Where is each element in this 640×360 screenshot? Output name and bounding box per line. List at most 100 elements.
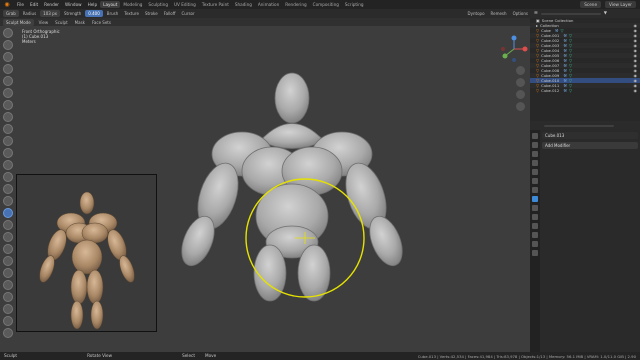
remesh-menu[interactable]: Remesh (489, 11, 509, 16)
data-tab-icon[interactable] (532, 232, 538, 238)
tab-rendering[interactable]: Rendering (282, 1, 309, 8)
draw-sharp-brush-icon[interactable] (3, 40, 13, 50)
modifier-tab-icon[interactable] (532, 196, 538, 202)
boundary-brush-icon[interactable] (3, 304, 13, 314)
mesh-object-icon: ▽ (536, 88, 540, 93)
world-tab-icon[interactable] (532, 178, 538, 184)
scene-field[interactable]: Scene (580, 1, 602, 8)
outliner: ▣ Scene Collection ▸ Collection ◉ ▽ Cube ⚒… (530, 18, 640, 121)
tab-layout[interactable]: Layout (100, 1, 121, 8)
view-layer-tab-icon[interactable] (532, 160, 538, 166)
nudge-brush-icon[interactable] (3, 268, 13, 278)
radius-field[interactable]: 103 px (40, 10, 60, 17)
elastic-deform-brush-icon[interactable] (3, 220, 13, 230)
object-name-field[interactable]: Cube.013 (542, 132, 638, 139)
mask-brush-icon[interactable] (3, 328, 13, 338)
filter-icon[interactable]: ▼ (604, 11, 607, 15)
strength-field[interactable]: 0.400 (85, 10, 103, 17)
status-bar: Sculpt Rotate View Select Move Cube.013 … (0, 352, 640, 360)
camera-icon[interactable] (516, 90, 525, 99)
fill-brush-icon[interactable] (3, 160, 13, 170)
mask-menu[interactable]: Mask (73, 20, 87, 25)
pose-brush-icon[interactable] (3, 256, 13, 266)
outliner-editor-icon[interactable]: ☰ (534, 11, 538, 15)
render-tab-icon[interactable] (532, 142, 538, 148)
clay-thumb-brush-icon[interactable] (3, 76, 13, 86)
stroke-menu[interactable]: Stroke (143, 11, 160, 16)
tab-animation[interactable]: Animation (255, 1, 282, 8)
object-tab-icon[interactable] (532, 187, 538, 193)
outliner-header: ☰ ▼ (530, 9, 640, 18)
navigation-gizmo[interactable] (499, 34, 529, 64)
menu-window[interactable]: Window (62, 2, 85, 7)
pan-icon[interactable] (516, 78, 525, 87)
brush-selector[interactable]: Grab (3, 10, 19, 17)
tab-scripting[interactable]: Scripting (342, 1, 367, 8)
tab-sculpting[interactable]: Sculpting (145, 1, 171, 8)
scrape-brush-icon[interactable] (3, 172, 13, 182)
falloff-menu[interactable]: Falloff (162, 11, 178, 16)
view-layer-field[interactable]: View Layer (605, 1, 636, 8)
eye-icon[interactable]: ◉ (634, 88, 638, 93)
pinch-brush-icon[interactable] (3, 196, 13, 206)
tool-tab-icon[interactable] (532, 133, 538, 139)
smooth-brush-icon[interactable] (3, 136, 13, 146)
snake-hook-brush-icon[interactable] (3, 232, 13, 242)
tab-shading[interactable]: Shading (232, 1, 255, 8)
flatten-brush-icon[interactable] (3, 148, 13, 158)
cloth-brush-icon[interactable] (3, 316, 13, 326)
physics-tab-icon[interactable] (532, 214, 538, 220)
units-label: Meters (22, 39, 36, 44)
radius-label: Radius (22, 11, 37, 16)
properties-search[interactable] (544, 124, 614, 127)
crease-brush-icon[interactable] (3, 124, 13, 134)
zoom-icon[interactable] (516, 66, 525, 75)
slide-relax-brush-icon[interactable] (3, 292, 13, 302)
blob-brush-icon[interactable] (3, 112, 13, 122)
mode-selector[interactable]: Sculpt Mode (3, 18, 34, 26)
reference-figure (39, 191, 135, 330)
multiplane-scrape-brush-icon[interactable] (3, 184, 13, 194)
status-mode: Sculpt (4, 352, 18, 358)
reference-image[interactable] (16, 174, 157, 332)
add-modifier-button[interactable]: Add Modifier (542, 142, 638, 149)
tab-texture-paint[interactable]: Texture Paint (199, 1, 232, 8)
cursor-menu[interactable]: Cursor (180, 11, 197, 16)
grid-icon[interactable] (516, 102, 525, 111)
outliner-row[interactable]: ▽ Cube.012 ⚒ ▽ ◉ (530, 88, 640, 93)
menu-file[interactable]: File (14, 2, 27, 7)
draw-brush-icon[interactable] (3, 28, 13, 38)
clay-brush-icon[interactable] (3, 52, 13, 62)
rotate-brush-icon[interactable] (3, 280, 13, 290)
tab-uv-editing[interactable]: UV Editing (171, 1, 199, 8)
options-menu[interactable]: Options (511, 11, 530, 16)
3d-viewport[interactable]: Front Orthographic (1) Cube.013 Meters (0, 26, 530, 352)
sculpt-mesh[interactable] (160, 46, 440, 306)
menu-help[interactable]: Help (85, 2, 101, 7)
tab-compositing[interactable]: Compositing (310, 1, 342, 8)
layer-brush-icon[interactable] (3, 88, 13, 98)
tab-modeling[interactable]: Modeling (120, 1, 145, 8)
dyntopo-menu[interactable]: Dyntopo (466, 11, 487, 16)
output-tab-icon[interactable] (532, 151, 538, 157)
inflate-brush-icon[interactable] (3, 100, 13, 110)
viewport-nav-buttons (516, 66, 525, 111)
particles-tab-icon[interactable] (532, 205, 538, 211)
face-sets-menu[interactable]: Face Sets (90, 20, 113, 25)
menu-edit[interactable]: Edit (27, 2, 41, 7)
texture-menu[interactable]: Texture (122, 11, 141, 16)
blender-logo-icon[interactable]: ◉ (3, 1, 11, 8)
clay-strips-brush-icon[interactable] (3, 64, 13, 74)
sculpt-menu[interactable]: Sculpt (53, 20, 70, 25)
thumb-brush-icon[interactable] (3, 244, 13, 254)
brush-menu[interactable]: Brush (105, 11, 121, 16)
menu-render[interactable]: Render (41, 2, 62, 7)
material-tab-icon[interactable] (532, 241, 538, 247)
constraints-tab-icon[interactable] (532, 223, 538, 229)
grab-brush-icon[interactable] (3, 208, 13, 218)
view-menu[interactable]: View (37, 20, 51, 25)
scene-tab-icon[interactable] (532, 169, 538, 175)
texture-tab-icon[interactable] (532, 250, 538, 256)
outliner-search[interactable] (540, 12, 601, 15)
properties-tabs (530, 130, 540, 352)
